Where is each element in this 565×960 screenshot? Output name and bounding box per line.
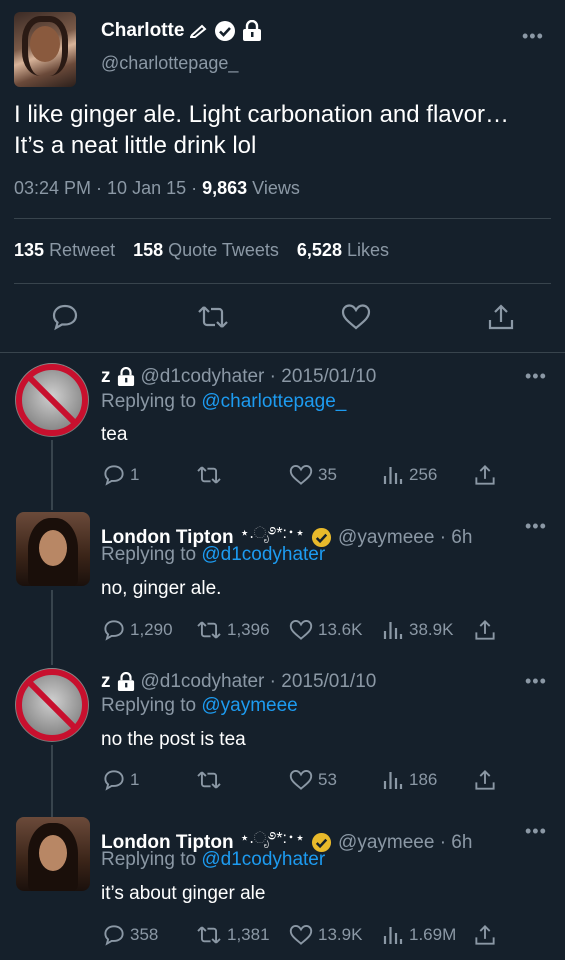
like-icon[interactable] <box>341 303 371 331</box>
view-count: 38.9K <box>409 620 454 639</box>
handle-date: @yaymeee · 6h <box>338 831 473 853</box>
like-count: 53 <box>318 770 337 789</box>
more-options-button[interactable]: ••• <box>525 516 547 537</box>
handle-date: @yaymeee · 6h <box>338 526 473 548</box>
share-icon[interactable] <box>474 619 496 641</box>
divider <box>0 352 565 353</box>
avatar[interactable] <box>14 12 76 87</box>
display-name: z <box>101 671 111 692</box>
replying-to: Replying to @d1codyhater <box>101 849 326 870</box>
share-icon[interactable] <box>474 924 496 946</box>
retweet-button[interactable]: 1,396 <box>196 619 270 641</box>
tweet-stats: 135 Retweet 158 Quote Tweets 6,528 Likes <box>14 240 389 261</box>
mention-link[interactable]: @d1codyhater <box>201 544 325 565</box>
thread-line <box>51 590 53 665</box>
tweet-actions <box>0 303 565 333</box>
handle-date: @d1codyhater · 2015/01/10 <box>140 671 377 692</box>
author-handle[interactable]: @charlottepage_ <box>101 53 238 74</box>
lock-icon <box>242 20 262 42</box>
reply-count: 1,290 <box>130 620 173 639</box>
reply-button[interactable]: 1 <box>103 769 139 791</box>
replying-to: Replying to @d1codyhater <box>101 544 326 565</box>
view-count: 1.69M <box>409 925 457 944</box>
avatar[interactable] <box>15 668 89 742</box>
retweet-button[interactable]: 1,381 <box>196 924 270 946</box>
like-button[interactable]: 53 <box>289 769 337 791</box>
likes-stat[interactable]: 6,528 Likes <box>297 240 389 261</box>
share-icon[interactable] <box>487 303 515 331</box>
reply-count: 1 <box>130 465 140 484</box>
reply-button[interactable]: 1,290 <box>103 619 173 641</box>
author-name[interactable]: Charlotte <box>101 20 262 42</box>
avatar[interactable] <box>15 363 89 437</box>
reply-text: tea <box>101 424 128 445</box>
view-count: 186 <box>409 770 438 789</box>
pencil-icon <box>190 24 208 38</box>
views-count: 9,863 <box>202 178 248 198</box>
mention-link[interactable]: @d1codyhater <box>201 849 325 870</box>
views-button[interactable]: 38.9K <box>382 619 453 641</box>
thread-line <box>51 745 53 820</box>
tweet-timestamp[interactable]: 03:24 PM · 10 Jan 15 · <box>14 178 202 198</box>
views-button[interactable]: 256 <box>382 464 437 486</box>
share-icon[interactable] <box>474 769 496 791</box>
thread-line <box>51 440 53 510</box>
reply-icon[interactable] <box>51 303 79 331</box>
reply-author[interactable]: z @d1codyhater · 2015/01/10 <box>101 671 376 693</box>
like-button[interactable]: 35 <box>289 464 337 486</box>
tweet-text: I like ginger ale. Light carbonation and… <box>14 101 509 159</box>
replying-to: Replying to @yaymeee <box>101 695 298 716</box>
reply-button[interactable]: 358 <box>103 924 158 946</box>
like-count: 35 <box>318 465 337 484</box>
lock-icon <box>117 367 135 387</box>
divider <box>14 218 551 219</box>
reply-count: 1 <box>130 770 140 789</box>
like-count: 13.9K <box>318 925 363 944</box>
like-button[interactable]: 13.9K <box>289 924 362 946</box>
reply-count: 358 <box>130 925 159 944</box>
lock-icon <box>117 672 135 692</box>
retweets-stat[interactable]: 135 Retweet <box>14 240 115 261</box>
retweet-count: 1,396 <box>227 620 270 639</box>
view-count: 256 <box>409 465 438 484</box>
display-name: Charlotte <box>101 20 185 41</box>
avatar[interactable] <box>16 817 90 891</box>
like-button[interactable]: 13.6K <box>289 619 362 641</box>
share-icon[interactable] <box>474 464 496 486</box>
more-options-button[interactable]: ••• <box>522 26 544 47</box>
views-label: Views <box>247 178 300 198</box>
more-options-button[interactable]: ••• <box>525 821 547 842</box>
handle-date: @d1codyhater · 2015/01/10 <box>140 366 377 387</box>
reply-text: no, ginger ale. <box>101 578 222 599</box>
retweet-icon[interactable] <box>197 303 229 331</box>
display-name: z <box>101 366 111 387</box>
retweet-button[interactable] <box>196 464 227 486</box>
divider <box>14 283 551 284</box>
views-button[interactable]: 1.69M <box>382 924 456 946</box>
views-button[interactable]: 186 <box>382 769 437 791</box>
reply-text: it’s about ginger ale <box>101 883 266 904</box>
replying-to: Replying to @charlottepage_ <box>101 391 347 412</box>
like-count: 13.6K <box>318 620 363 639</box>
avatar[interactable] <box>16 512 90 586</box>
retweet-count: 1,381 <box>227 925 270 944</box>
reply-text: no the post is tea <box>101 729 246 750</box>
more-options-button[interactable]: ••• <box>525 366 547 387</box>
quote-tweets-stat[interactable]: 158 Quote Tweets <box>133 240 279 261</box>
reply-button[interactable]: 1 <box>103 464 139 486</box>
reply-author[interactable]: z @d1codyhater · 2015/01/10 <box>101 366 376 388</box>
retweet-button[interactable] <box>196 769 227 791</box>
verified-badge-icon <box>214 20 236 42</box>
tweet-meta: 03:24 PM · 10 Jan 15 · 9,863 Views <box>14 178 300 199</box>
more-options-button[interactable]: ••• <box>525 671 547 692</box>
mention-link[interactable]: @charlottepage_ <box>201 391 346 412</box>
mention-link[interactable]: @yaymeee <box>201 695 297 716</box>
